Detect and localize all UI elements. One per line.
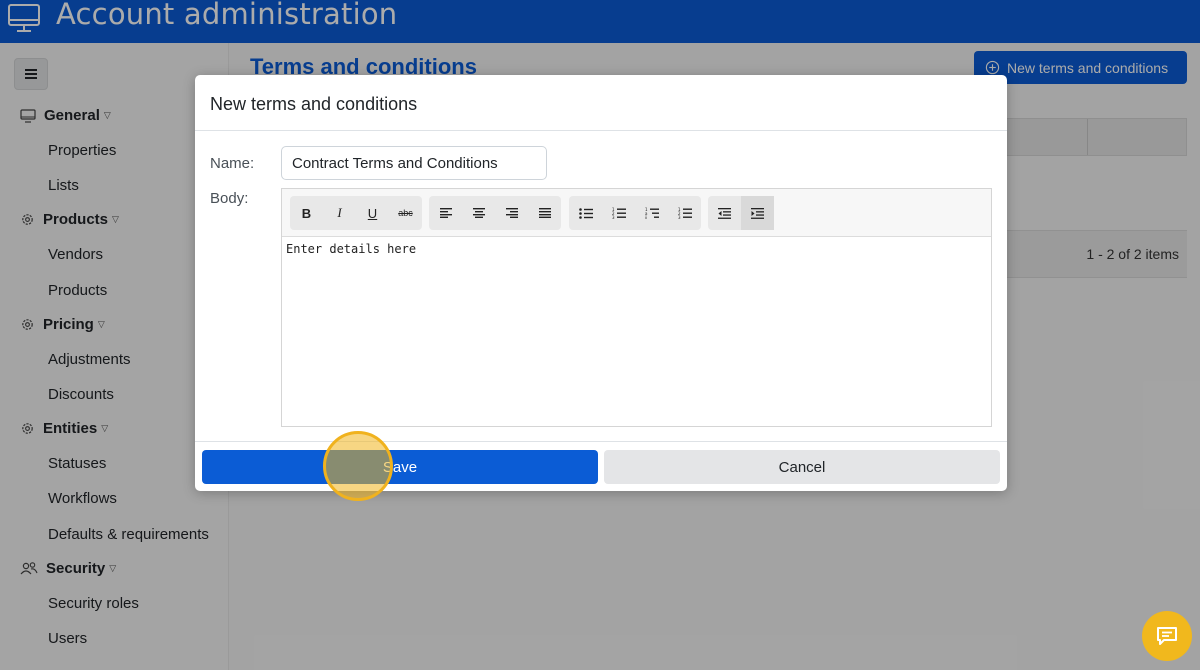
italic-button[interactable]: I <box>323 196 356 230</box>
numbered-list-button[interactable]: 123 <box>602 196 635 230</box>
svg-text:3: 3 <box>678 215 681 219</box>
underline-icon: U <box>367 205 378 221</box>
roman-list-button[interactable]: 123 <box>668 196 701 230</box>
dialog-footer: Save Cancel <box>195 441 1007 491</box>
name-label: Name: <box>210 155 255 172</box>
bullet-list-button[interactable] <box>569 196 602 230</box>
bold-icon: B <box>301 205 312 221</box>
svg-text:ii: ii <box>645 215 647 219</box>
editor-content[interactable]: Enter details here <box>286 242 416 256</box>
multilevel-list-icon: 1aii <box>645 207 659 219</box>
list-group: 123 1 a ii 123 <box>569 196 701 230</box>
indent-button[interactable] <box>741 196 774 230</box>
roman-list-icon: 123 <box>678 207 692 219</box>
save-button[interactable]: Save <box>202 450 598 484</box>
strikethrough-icon: abc <box>398 208 413 218</box>
align-center-icon <box>472 208 485 218</box>
align-left-icon <box>439 208 452 218</box>
dialog-header: New terms and conditions <box>195 75 1007 131</box>
outdent-icon <box>718 207 731 219</box>
new-terms-dialog: New terms and conditions Name: Contract … <box>195 75 1007 491</box>
dialog-title: New terms and conditions <box>210 94 418 114</box>
cancel-button[interactable]: Cancel <box>604 450 1000 484</box>
align-left-button[interactable] <box>429 196 462 230</box>
rich-text-editor: B I U abc 1 2 3 1 a ii 1 2 3 Enter detai… <box>281 188 992 427</box>
chat-icon <box>1157 627 1177 645</box>
align-group <box>429 196 561 230</box>
click-indicator <box>323 431 393 501</box>
name-input[interactable]: Contract Terms and Conditions <box>281 146 547 180</box>
chat-button[interactable] <box>1142 611 1192 661</box>
align-justify-button[interactable] <box>528 196 561 230</box>
indent-icon <box>751 207 764 219</box>
italic-icon: I <box>337 205 342 220</box>
bold-button[interactable]: B <box>290 196 323 230</box>
svg-text:3: 3 <box>612 215 615 219</box>
outdent-button[interactable] <box>708 196 741 230</box>
align-right-button[interactable] <box>495 196 528 230</box>
align-right-icon <box>505 208 518 218</box>
format-group: B I U abc <box>290 196 422 230</box>
indent-group <box>708 196 774 230</box>
align-center-button[interactable] <box>462 196 495 230</box>
editor-toolbar: B I U abc 1 2 3 1 a ii 1 2 3 <box>282 189 991 237</box>
align-justify-icon <box>538 208 551 218</box>
underline-button[interactable]: U <box>356 196 389 230</box>
multilevel-list-button[interactable]: 1 a ii <box>635 196 668 230</box>
numbered-list-icon: 123 <box>612 207 626 219</box>
bullet-list-icon <box>578 207 593 219</box>
body-label: Body: <box>210 190 249 207</box>
strikethrough-button[interactable]: abc <box>389 196 422 230</box>
